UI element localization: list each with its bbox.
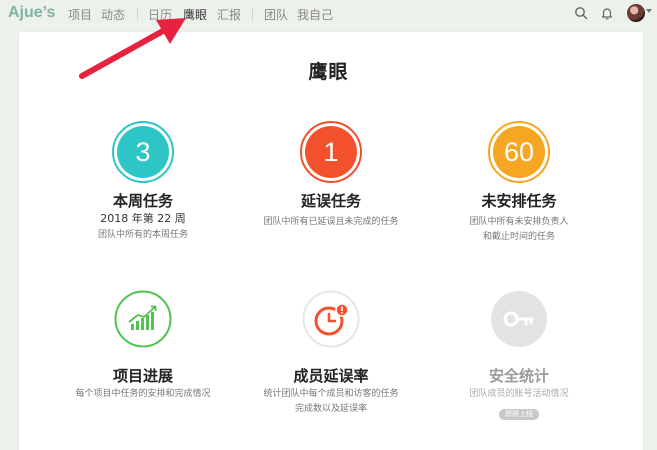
avatar[interactable] <box>627 4 645 22</box>
tile-description-line2: 和截止时间的任务 <box>482 232 555 242</box>
weekly-count: 3 <box>117 126 169 178</box>
tile-description: 团队中所有的本周任务 <box>97 230 188 240</box>
tile-unscheduled-tasks[interactable]: 60 未安排任务 团队中所有未安排负责人 和截止时间的任务 <box>429 121 609 244</box>
annotation-arrow-icon <box>79 18 186 79</box>
bell-icon[interactable] <box>600 6 614 20</box>
tile-project-progress[interactable]: 项目进展 每个项目中任务的安排和完成情况 <box>53 290 233 401</box>
overdue-count-ring: 1 <box>300 121 362 183</box>
tile-description-line2: 完成数以及延误率 <box>294 404 367 414</box>
nav-item-myself[interactable]: 我自己 <box>297 6 333 23</box>
tile-member-delay-rate[interactable]: 成员延误率 统计团队中每个成员和访客的任务 完成数以及延误率 <box>241 290 421 416</box>
week-label: 2018 年第 22 周 <box>100 212 186 225</box>
tile-overdue-tasks[interactable]: 1 延误任务 团队中所有已延误且未完成的任务 <box>241 121 421 229</box>
tile-description: 团队成员的账号活动情况 <box>469 389 569 399</box>
tile-description: 团队中所有已延误且未完成的任务 <box>263 217 399 227</box>
tile-description: 每个项目中任务的安排和完成情况 <box>75 389 211 399</box>
unscheduled-count: 60 <box>493 126 545 178</box>
tile-description-line1: 统计团队中每个成员和访客的任务 <box>263 389 399 399</box>
tile-title: 安全统计 <box>488 367 549 385</box>
tile-title: 本周任务 <box>112 192 173 210</box>
brand-logo[interactable]: Ajue’s <box>8 4 55 22</box>
tile-title: 项目进展 <box>112 367 173 385</box>
chart-up-icon <box>114 290 172 348</box>
chevron-down-icon[interactable] <box>646 9 652 13</box>
coming-soon-badge: 即将上线 <box>499 409 539 420</box>
tile-description-line1: 团队中所有未安排负责人 <box>469 217 569 227</box>
tile-weekly-tasks[interactable]: 3 本周任务 2018 年第 22 周 团队中所有的本周任务 <box>53 121 233 242</box>
search-icon[interactable] <box>574 6 588 20</box>
tile-security-stats: 安全统计 团队成员的账号活动情况 即将上线 <box>429 290 609 420</box>
nav-divider <box>252 8 253 20</box>
tile-title: 延误任务 <box>300 192 361 210</box>
tile-title: 未安排任务 <box>481 192 557 210</box>
unscheduled-count-ring: 60 <box>488 121 550 183</box>
weekly-count-ring: 3 <box>112 121 174 183</box>
key-icon <box>490 290 548 348</box>
nav-item-team[interactable]: 团队 <box>264 6 288 23</box>
clock-alert-icon <box>302 290 360 348</box>
tile-title: 成员延误率 <box>293 367 369 385</box>
nav-item-reports[interactable]: 汇报 <box>217 6 241 23</box>
overdue-count: 1 <box>305 126 357 178</box>
